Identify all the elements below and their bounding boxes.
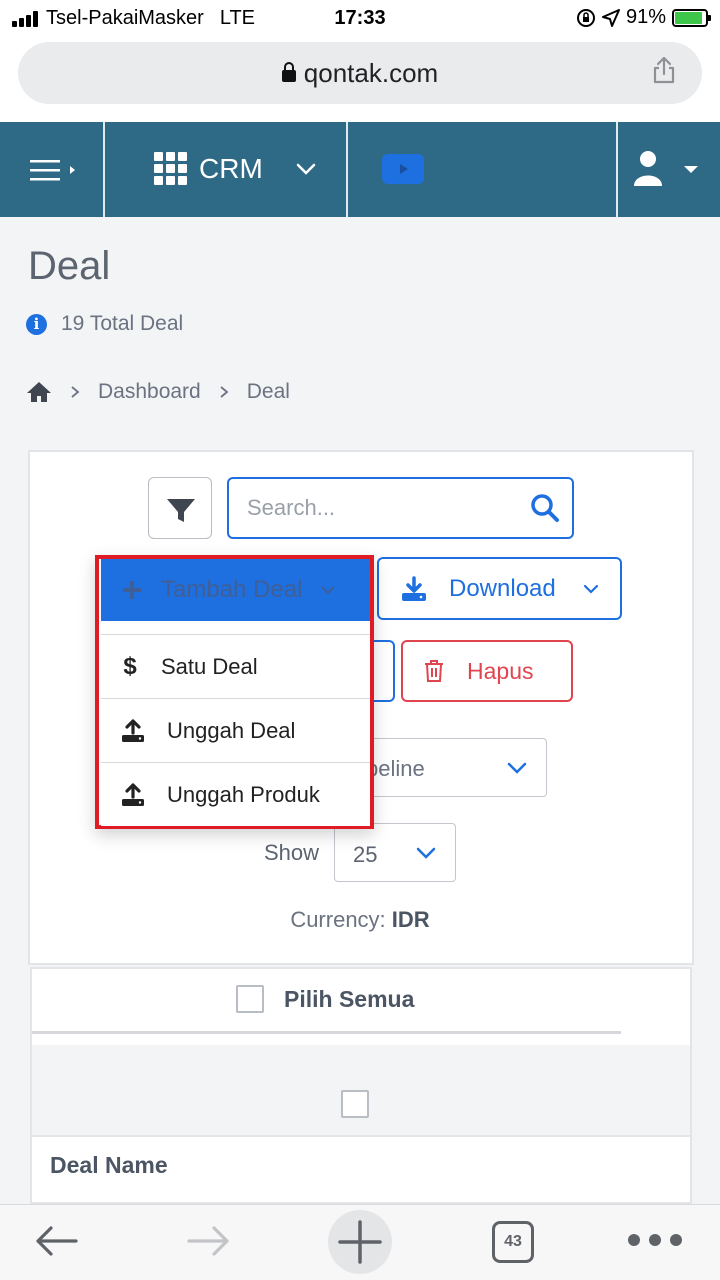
page-size-value: 25 [353,842,378,867]
play-icon [400,164,408,174]
back-arrow-icon[interactable] [34,1224,80,1258]
chevron-down-icon [321,586,336,595]
header-divider [346,122,348,217]
address-bar[interactable]: qontak.com [18,42,702,104]
currency-label: Currency: [290,907,386,932]
delete-label: Hapus [467,657,534,684]
apps-grid-icon [154,152,187,185]
menu-item-unggah-deal[interactable]: Unggah Deal [101,698,370,762]
menu-item-satu-deal[interactable]: $ Satu Deal [101,634,370,698]
add-deal-label: Tambah Deal [161,576,303,603]
share-icon[interactable] [652,56,676,84]
status-bar: Tsel-PakaiMasker LTE 17:33 91% [0,0,720,36]
tabs-button[interactable]: 43 [492,1221,534,1263]
chevron-down-icon [507,762,527,774]
filter-icon [167,499,195,522]
new-tab-button[interactable] [328,1210,392,1274]
breadcrumb-deal: Deal [246,380,290,403]
upload-icon [122,718,144,742]
info-icon: i [26,313,47,335]
url-text: qontak.com [303,58,439,88]
download-button[interactable]: Download [377,557,622,620]
breadcrumb: Dashboard Deal [26,380,290,404]
select-all-checkbox[interactable] [236,985,264,1013]
upload-icon [122,782,144,806]
dollar-icon: $ [123,652,137,680]
menu-item-label: Unggah Produk [167,781,320,807]
delete-button[interactable]: Hapus [401,640,573,702]
module-label: CRM [199,152,263,184]
chevron-down-icon [416,847,436,859]
battery-icon [672,8,711,27]
user-avatar-icon [634,151,698,186]
add-deal-button[interactable]: Tambah Deal [101,559,370,621]
download-label: Download [449,574,556,602]
menu-item-label: Unggah Deal [167,717,296,743]
battery-percent: 91% [625,6,666,28]
status-right: 91% [576,6,711,29]
total-info: i 19 Total Deal [26,312,183,336]
download-icon [402,575,426,601]
location-icon [601,8,620,27]
column-header-deal-name[interactable]: Deal Name [50,1152,168,1179]
show-label: Show [264,840,320,865]
filter-button[interactable] [148,477,212,539]
forward-arrow-icon[interactable] [185,1224,231,1258]
search-box[interactable] [227,477,574,539]
currency-info: Currency: IDR [0,907,720,933]
app-header: CRM [0,122,720,217]
menu-item-unggah-produk[interactable]: Unggah Produk [101,762,370,826]
search-input[interactable] [229,479,509,537]
home-icon[interactable] [26,381,52,403]
plus-icon [338,1220,382,1264]
page-size-select[interactable]: 25 [334,823,456,882]
row-checkbox[interactable] [341,1090,369,1118]
divider [32,1031,621,1034]
chevron-right-icon [71,386,80,398]
header-divider [103,122,105,217]
total-deal-text: 19 Total Deal [61,312,184,335]
module-switcher[interactable]: CRM [154,152,317,185]
chevron-down-icon [583,584,598,594]
rotation-lock-icon [576,8,595,27]
page-title: Deal [28,244,111,288]
currency-value: IDR [391,907,430,932]
pipeline-select[interactable]: peline [365,738,547,797]
trash-icon [425,660,443,682]
menu-item-label: Satu Deal [161,653,258,679]
menu-toggle-icon[interactable] [30,158,78,182]
search-icon[interactable] [530,493,560,523]
video-tutorial-button[interactable] [382,154,424,184]
select-all[interactable]: Pilih Semua [236,985,414,1013]
chevron-right-icon [220,386,229,398]
more-options-icon[interactable] [628,1234,682,1246]
select-all-label: Pilih Semua [284,985,415,1012]
url-display[interactable]: qontak.com [18,58,702,89]
plus-icon [123,581,141,599]
chevron-down-icon [296,163,316,175]
breadcrumb-dashboard[interactable]: Dashboard [98,380,201,404]
lock-icon [281,62,296,82]
pipeline-value: peline [366,756,425,781]
user-menu[interactable] [632,150,702,195]
header-divider [616,122,618,217]
